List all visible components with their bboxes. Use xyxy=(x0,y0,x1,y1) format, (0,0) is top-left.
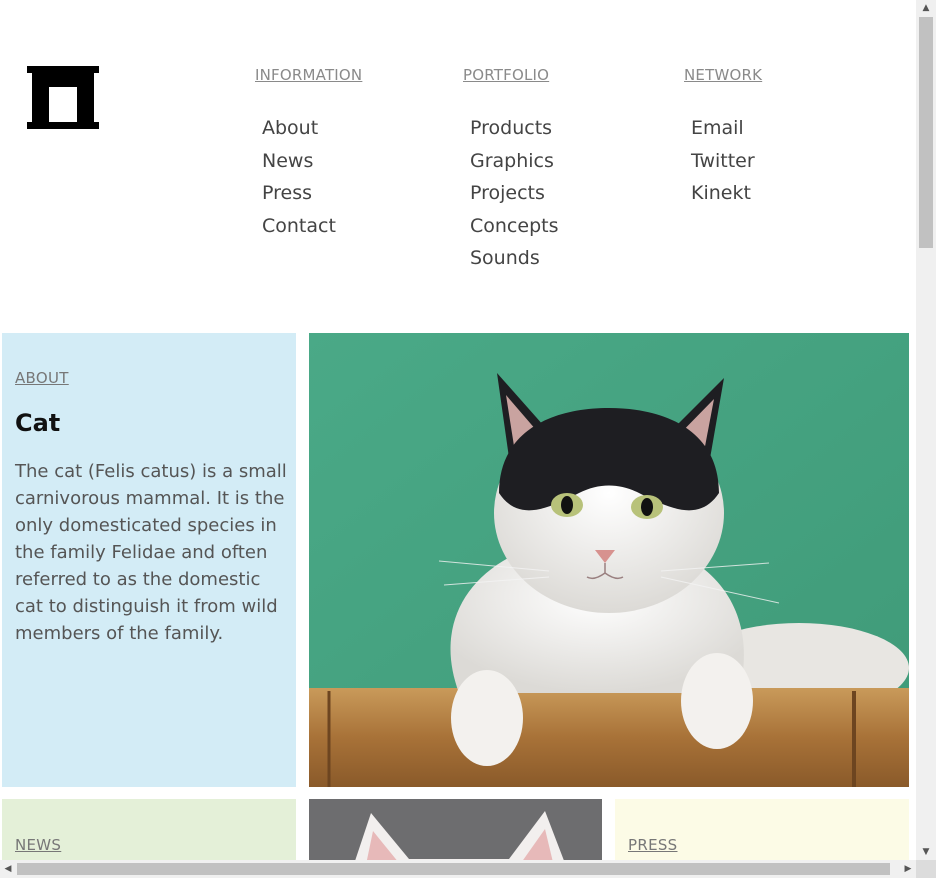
nav-heading-network[interactable]: NETWORK xyxy=(684,66,762,84)
cat-photo xyxy=(309,333,909,787)
horizontal-scrollbar[interactable]: ◀ ▶ xyxy=(0,860,916,878)
triangle-left-icon[interactable]: ◀ xyxy=(0,860,16,878)
nav-link-press[interactable]: Press xyxy=(255,177,362,210)
about-description: The cat (Felis catus) is a small carnivo… xyxy=(15,461,287,644)
nav-information: INFORMATION About News Press Contact xyxy=(255,66,362,242)
press-tile: PRESS xyxy=(615,799,909,860)
nav-link-projects[interactable]: Projects xyxy=(463,177,558,210)
about-tile: ABOUT Cat The cat (Felis catus) is a sma… xyxy=(2,333,296,787)
nav-link-email[interactable]: Email xyxy=(684,112,762,145)
nav-link-graphics[interactable]: Graphics xyxy=(463,145,558,178)
nav-heading-information[interactable]: INFORMATION xyxy=(255,66,362,84)
triangle-right-icon[interactable]: ▶ xyxy=(900,860,916,878)
horizontal-scroll-thumb[interactable] xyxy=(17,863,890,875)
about-heading-link[interactable]: ABOUT xyxy=(15,369,69,387)
nav-link-sounds[interactable]: Sounds xyxy=(463,242,558,275)
triangle-down-icon[interactable]: ▼ xyxy=(916,844,936,860)
about-title: Cat xyxy=(15,409,61,437)
scrollbar-corner xyxy=(916,860,936,878)
triangle-up-icon[interactable]: ▲ xyxy=(916,0,936,16)
vertical-scroll-thumb[interactable] xyxy=(919,17,933,248)
page-viewport: INFORMATION About News Press Contact POR… xyxy=(0,0,916,860)
press-heading-link[interactable]: PRESS xyxy=(628,836,678,854)
nav-link-kinekt[interactable]: Kinekt xyxy=(684,177,762,210)
nav-network: NETWORK Email Twitter Kinekt xyxy=(684,66,762,210)
nav-link-products[interactable]: Products xyxy=(463,112,558,145)
news-heading-link[interactable]: NEWS xyxy=(15,836,61,854)
news-tile: NEWS xyxy=(2,799,296,860)
nav-portfolio: PORTFOLIO Products Graphics Projects Con… xyxy=(463,66,558,275)
nav-link-news[interactable]: News xyxy=(255,145,362,178)
nav-heading-portfolio[interactable]: PORTFOLIO xyxy=(463,66,558,84)
vertical-scrollbar[interactable]: ▲ ▼ xyxy=(916,0,936,860)
nav-link-concepts[interactable]: Concepts xyxy=(463,210,558,243)
arch-logo-icon[interactable] xyxy=(27,66,99,129)
nav-link-contact[interactable]: Contact xyxy=(255,210,362,243)
nav-link-twitter[interactable]: Twitter xyxy=(684,145,762,178)
nav-link-about[interactable]: About xyxy=(255,112,362,145)
cat-ears-photo xyxy=(309,799,602,860)
